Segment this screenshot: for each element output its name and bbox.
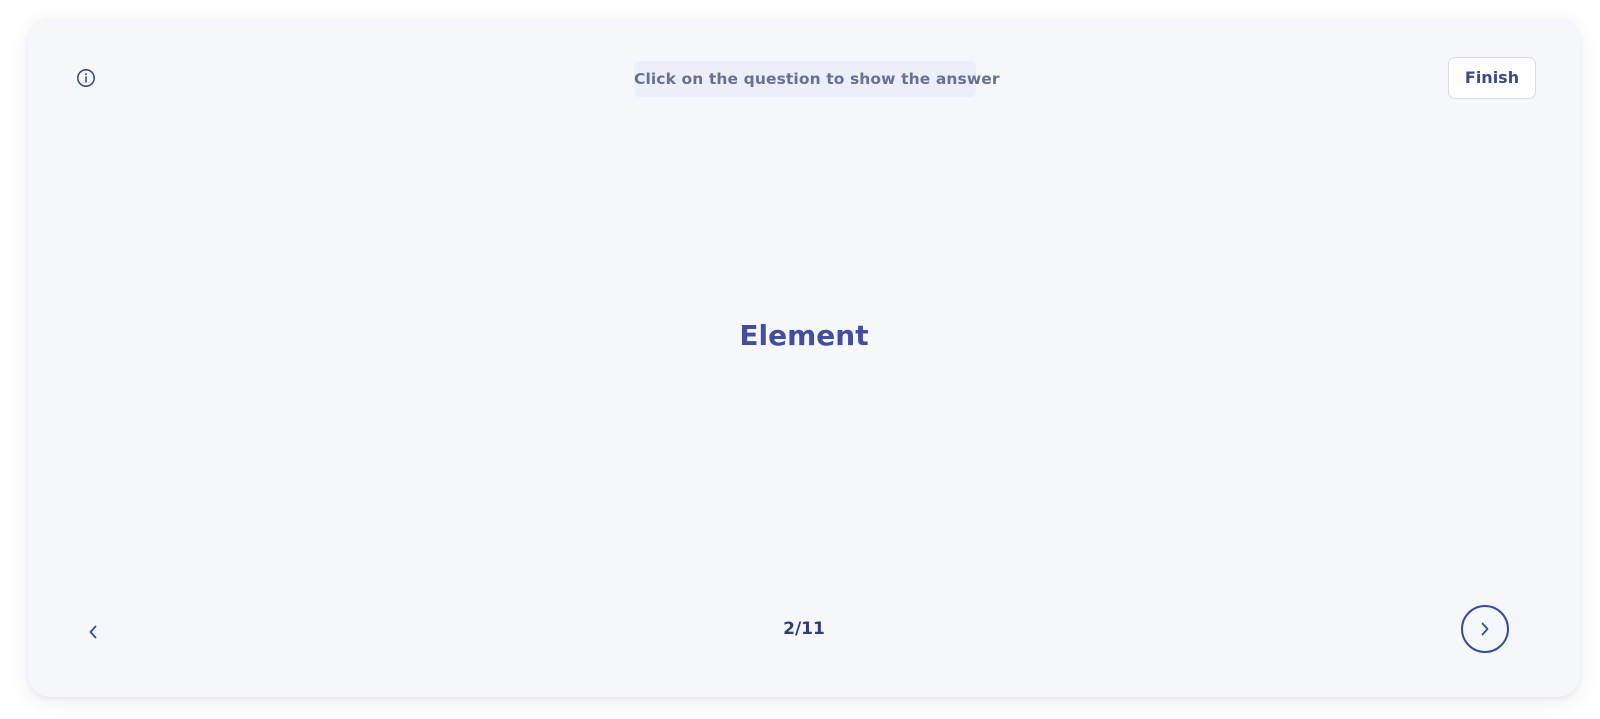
finish-button[interactable]: Finish (1448, 57, 1536, 99)
flashcard-question[interactable]: Element (28, 316, 1580, 356)
chevron-right-icon (1481, 622, 1489, 636)
info-icon (77, 69, 95, 87)
next-button[interactable] (1461, 605, 1509, 653)
instruction-hint: Click on the question to show the answer (634, 61, 1000, 97)
flashcard: Click on the question to show the answer… (28, 20, 1580, 697)
info-button[interactable] (76, 68, 96, 88)
card-counter: 2/11 (783, 619, 825, 639)
